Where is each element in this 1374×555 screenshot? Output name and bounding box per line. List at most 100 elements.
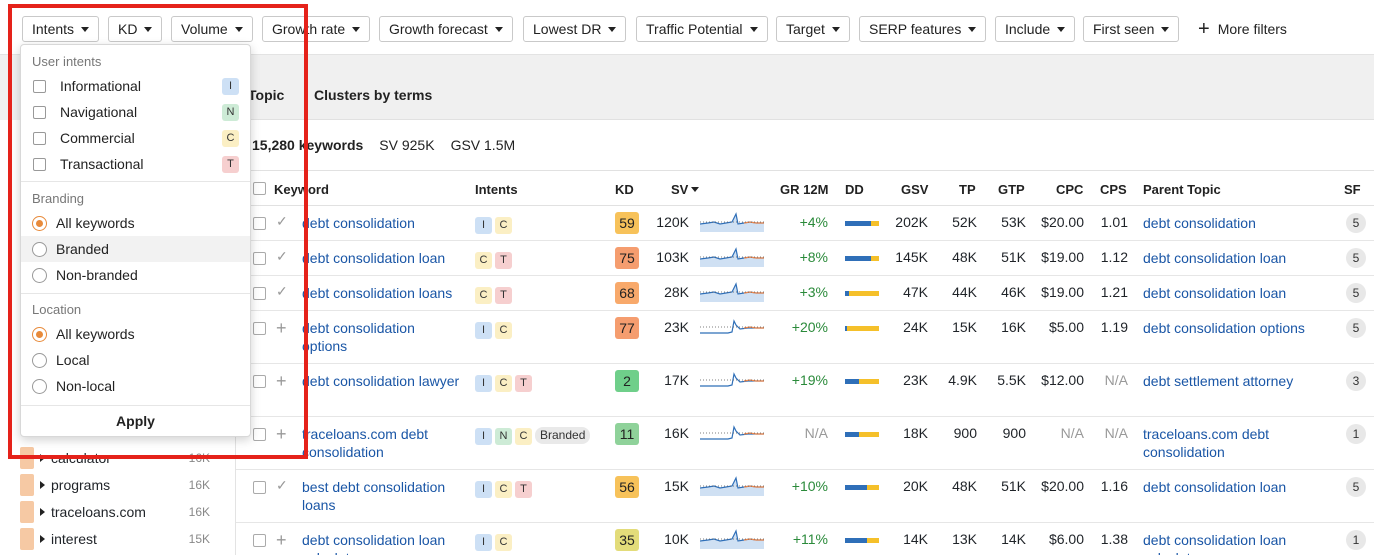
location-option-non-local[interactable]: Non-local bbox=[21, 373, 250, 399]
intent-option-transactional[interactable]: Transactional T bbox=[21, 151, 250, 177]
row-checkbox[interactable] bbox=[253, 287, 266, 300]
filter-include-button[interactable]: Include bbox=[995, 16, 1076, 42]
table-row[interactable]: + debt consolidation loan calculator IC 35 1… bbox=[236, 523, 1374, 555]
parent-topic-link[interactable]: debt consolidation loan calculator bbox=[1143, 531, 1323, 555]
radio-button[interactable] bbox=[32, 215, 47, 231]
expand-triangle-icon[interactable] bbox=[40, 481, 45, 489]
column-header-cps[interactable]: CPS bbox=[1100, 182, 1127, 197]
expand-triangle-icon[interactable] bbox=[40, 454, 45, 462]
table-row[interactable]: ✓ debt consolidation loan C T 75 103K +8% 145K 4… bbox=[236, 241, 1374, 276]
column-header-sv[interactable]: SV bbox=[671, 182, 688, 197]
keyword-link[interactable]: debt consolidation loans bbox=[302, 284, 462, 302]
radio-button[interactable] bbox=[32, 352, 47, 368]
expand-triangle-icon[interactable] bbox=[40, 535, 45, 543]
location-option-local[interactable]: Local bbox=[21, 347, 250, 373]
filter-traffic-potential-button[interactable]: Traffic Potential bbox=[636, 16, 768, 42]
table-row[interactable]: + traceloans.com debt consolidation I N C Bra… bbox=[236, 417, 1374, 470]
select-all-checkbox[interactable] bbox=[253, 182, 266, 195]
table-row[interactable]: + debt consolidation lawyer I C T 2 17K +19% 23K… bbox=[236, 364, 1374, 417]
filter-lowest-dr-button[interactable]: Lowest DR bbox=[523, 16, 627, 42]
row-checkbox[interactable] bbox=[253, 428, 266, 441]
column-header-keyword[interactable]: Keyword bbox=[274, 182, 329, 197]
row-checkbox[interactable] bbox=[253, 322, 266, 335]
keyword-link[interactable]: debt consolidation loan calculator bbox=[302, 531, 462, 555]
row-checkbox[interactable] bbox=[253, 375, 266, 388]
column-header-cpc[interactable]: CPC bbox=[1056, 182, 1083, 197]
serp-features-count[interactable]: 5 bbox=[1346, 283, 1366, 303]
intent-option-commercial[interactable]: Commercial C bbox=[21, 125, 250, 151]
serp-features-count[interactable]: 3 bbox=[1346, 371, 1366, 391]
checkbox[interactable] bbox=[33, 131, 46, 145]
left-list-item[interactable]: calculator 16K bbox=[20, 445, 220, 471]
check-icon[interactable]: ✓ bbox=[276, 248, 288, 265]
intent-option-informational[interactable]: Informational I bbox=[21, 73, 250, 99]
serp-features-count[interactable]: 5 bbox=[1346, 477, 1366, 497]
checkbox[interactable] bbox=[33, 157, 46, 171]
column-header-intents[interactable]: Intents bbox=[475, 182, 518, 197]
column-header-sf[interactable]: SF bbox=[1344, 182, 1361, 197]
intent-option-navigational[interactable]: Navigational N bbox=[21, 99, 250, 125]
check-icon[interactable]: ✓ bbox=[276, 213, 288, 230]
expand-triangle-icon[interactable] bbox=[40, 508, 45, 516]
parent-topic-link[interactable]: traceloans.com debt consolidation bbox=[1143, 425, 1323, 461]
branding-option-branded[interactable]: Branded bbox=[21, 236, 250, 262]
branding-option-all-keywords[interactable]: All keywords bbox=[21, 210, 250, 236]
add-icon[interactable]: + bbox=[276, 530, 287, 551]
left-list-item[interactable]: programs 16K bbox=[20, 472, 220, 498]
keyword-link[interactable]: debt consolidation loan bbox=[302, 249, 462, 267]
parent-topic-link[interactable]: debt consolidation loan bbox=[1143, 284, 1323, 302]
table-row[interactable]: ✓ best debt consolidation loans I C T 56 15K +1… bbox=[236, 470, 1374, 523]
column-header-tp[interactable]: TP bbox=[959, 182, 976, 197]
add-icon[interactable]: + bbox=[276, 371, 287, 392]
column-header-dd[interactable]: DD bbox=[845, 182, 864, 197]
checkbox[interactable] bbox=[33, 79, 46, 93]
parent-topic-link[interactable]: debt consolidation loan bbox=[1143, 249, 1323, 267]
row-checkbox[interactable] bbox=[253, 481, 266, 494]
filter-growth-forecast-button[interactable]: Growth forecast bbox=[379, 16, 513, 42]
parent-topic-link[interactable]: debt consolidation bbox=[1143, 214, 1323, 232]
location-option-all-keywords[interactable]: All keywords bbox=[21, 321, 250, 347]
column-header-gr-12m[interactable]: GR 12M bbox=[780, 182, 828, 197]
serp-features-count[interactable]: 1 bbox=[1346, 530, 1366, 550]
tab-clusters-by-terms[interactable]: Clusters by terms bbox=[314, 87, 432, 103]
add-icon[interactable]: + bbox=[276, 318, 287, 339]
row-checkbox[interactable] bbox=[253, 217, 266, 230]
filter-volume-button[interactable]: Volume bbox=[171, 16, 253, 42]
table-row[interactable]: ✓ debt consolidation loans C T 68 28K +3% 47K 44… bbox=[236, 276, 1374, 311]
check-icon[interactable]: ✓ bbox=[276, 283, 288, 300]
keyword-link[interactable]: traceloans.com debt consolidation bbox=[302, 425, 462, 461]
apply-button[interactable]: Apply bbox=[21, 405, 250, 436]
column-header-gtp[interactable]: GTP bbox=[998, 182, 1025, 197]
filter-first-seen-button[interactable]: First seen bbox=[1083, 16, 1180, 42]
branding-option-non-branded[interactable]: Non-branded bbox=[21, 262, 250, 288]
radio-button[interactable] bbox=[32, 378, 47, 394]
keyword-link[interactable]: debt consolidation bbox=[302, 214, 462, 232]
radio-button[interactable] bbox=[32, 326, 47, 342]
filter-serp-features-button[interactable]: SERP features bbox=[859, 16, 987, 42]
table-row[interactable]: ✓ debt consolidation I C 59 120K +4% 202K 52K 53K… bbox=[236, 206, 1374, 241]
table-row[interactable]: + debt consolidation options I C 77 23K +20% 24… bbox=[236, 311, 1374, 364]
filter-kd-button[interactable]: KD bbox=[108, 16, 163, 42]
sort-desc-icon[interactable] bbox=[691, 187, 699, 192]
serp-features-count[interactable]: 1 bbox=[1346, 424, 1366, 444]
keyword-link[interactable]: debt consolidation options bbox=[302, 319, 462, 355]
serp-features-count[interactable]: 5 bbox=[1346, 318, 1366, 338]
add-icon[interactable]: + bbox=[276, 424, 287, 445]
column-header-gsv[interactable]: GSV bbox=[901, 182, 928, 197]
radio-button[interactable] bbox=[32, 267, 47, 283]
row-checkbox[interactable] bbox=[253, 252, 266, 265]
more-filters-button[interactable]: + More filters bbox=[1198, 16, 1287, 42]
column-header-parent-topic[interactable]: Parent Topic bbox=[1143, 182, 1221, 197]
radio-button[interactable] bbox=[32, 241, 47, 257]
filter-target-button[interactable]: Target bbox=[776, 16, 850, 42]
left-list-item[interactable]: interest 15K bbox=[20, 526, 220, 552]
checkbox[interactable] bbox=[33, 105, 46, 119]
serp-features-count[interactable]: 5 bbox=[1346, 213, 1366, 233]
parent-topic-link[interactable]: debt consolidation loan bbox=[1143, 478, 1323, 496]
row-checkbox[interactable] bbox=[253, 534, 266, 547]
keyword-link[interactable]: debt consolidation lawyer bbox=[302, 372, 462, 390]
keyword-link[interactable]: best debt consolidation loans bbox=[302, 478, 462, 514]
serp-features-count[interactable]: 5 bbox=[1346, 248, 1366, 268]
filter-intents-button[interactable]: Intents bbox=[22, 16, 100, 42]
tab-topic[interactable]: Topic bbox=[248, 87, 284, 103]
